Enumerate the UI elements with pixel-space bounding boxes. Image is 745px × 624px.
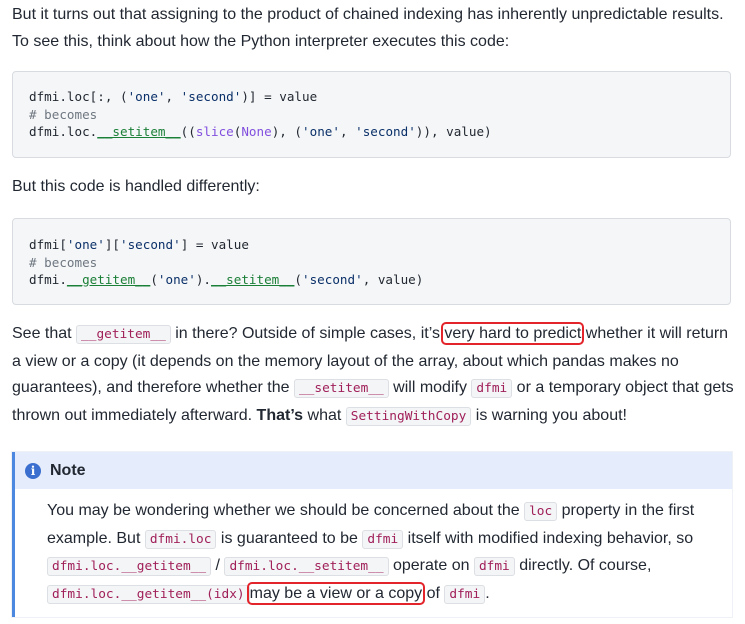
highlight-box: may be a view or a copy (246, 581, 426, 605)
code-block-loc: dfmi.loc[:, ('one', 'second')] = value #… (12, 71, 731, 158)
highlight-box: very hard to predict (441, 322, 585, 345)
inline-code: dfmi (444, 584, 486, 604)
inline-code: SettingWithCopy (345, 406, 472, 426)
paragraph-differently: But this code is handled differently: (12, 178, 260, 195)
code-text: dfmi.loc[:, ('one', 'second')] = value #… (29, 89, 492, 139)
note-header: i Note (15, 452, 732, 489)
inline-code: dfmi.loc (144, 529, 217, 549)
doc-page: But it turns out that assigning to the p… (0, 0, 745, 624)
note-body: You may be wondering whether we should b… (47, 502, 695, 605)
paragraph-intro: But it turns out that assigning to the p… (12, 6, 724, 50)
inline-code: dfmi (471, 379, 513, 398)
note-admonition: i Note You may be wondering whether we s… (12, 452, 732, 617)
inline-code: __getitem__ (76, 325, 171, 344)
paragraph-explanation: See that __getitem__ in there? Outside o… (12, 322, 734, 426)
inline-code: dfmi.loc.__setitem__ (224, 557, 389, 576)
code-block-getitem: dfmi['one']['second'] = value # becomes … (12, 218, 731, 305)
inline-code: dfmi.loc.__getitem__ (47, 557, 212, 576)
inline-code: __setitem__ (293, 379, 389, 398)
code-text: dfmi['one']['second'] = value # becomes … (29, 237, 424, 287)
bold-text: That’s (256, 406, 304, 424)
inline-code: dfmi (473, 557, 515, 576)
inline-code: loc (524, 502, 558, 521)
inline-code: dfmi.loc.__getitem__(idx) (47, 584, 250, 604)
inline-code: dfmi (362, 529, 404, 549)
note-title: Note (50, 461, 86, 479)
info-icon: i (25, 462, 41, 479)
